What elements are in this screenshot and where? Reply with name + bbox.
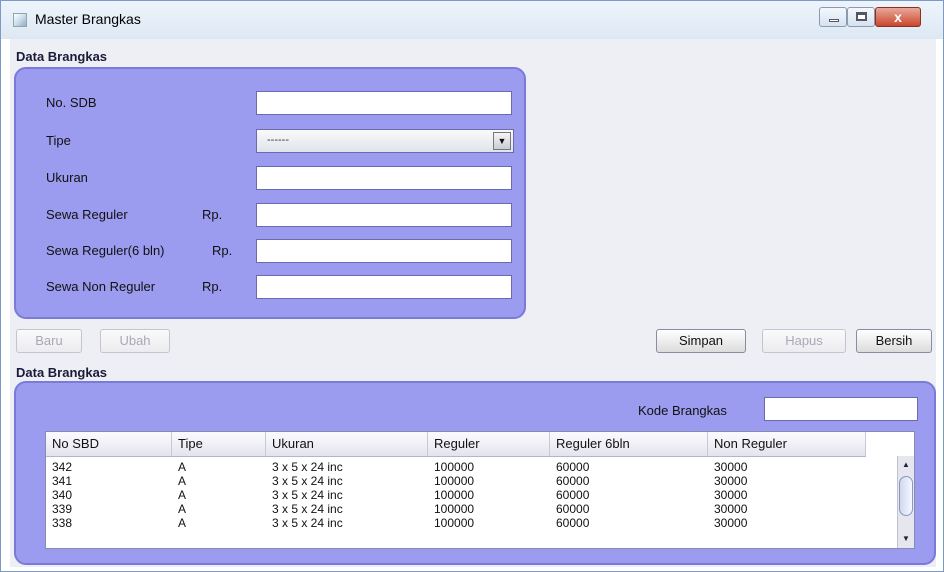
scrollbar-thumb[interactable] bbox=[899, 476, 913, 516]
form-panel: No. SDB Tipe ------ ▼ Ukuran Sewa Regule… bbox=[14, 67, 526, 319]
column-header[interactable]: Ukuran bbox=[266, 432, 428, 456]
cell-reguler-6bln: 60000 bbox=[556, 502, 590, 516]
cell-non-reguler: 30000 bbox=[714, 516, 748, 530]
minimize-button[interactable] bbox=[819, 7, 847, 27]
simpan-button[interactable]: Simpan bbox=[656, 329, 746, 353]
cell-tipe: A bbox=[178, 488, 187, 502]
cell-ukuran: 3 x 5 x 24 inc bbox=[272, 474, 343, 488]
minimize-icon bbox=[829, 19, 839, 22]
table-panel-heading: Data Brangkas bbox=[16, 365, 108, 380]
cell-tipe: A bbox=[178, 516, 187, 530]
arrow-down-icon[interactable]: ▼ bbox=[899, 532, 913, 546]
ubah-button[interactable]: Ubah bbox=[100, 329, 170, 353]
tipe-selected-value: ------ bbox=[267, 134, 289, 146]
sewa-non-reguler-label: Sewa Non Reguler bbox=[46, 279, 156, 294]
chevron-down-icon[interactable]: ▼ bbox=[493, 132, 511, 150]
cell-non-reguler: 30000 bbox=[714, 460, 748, 474]
kode-brangkas-label: Kode Brangkas bbox=[638, 403, 727, 418]
form-panel-heading: Data Brangkas bbox=[16, 49, 108, 64]
cell-tipe: A bbox=[178, 474, 187, 488]
tipe-label: Tipe bbox=[46, 133, 71, 148]
table-row[interactable]: 339 A 3 x 5 x 24 inc 100000 60000 30000 bbox=[46, 502, 866, 516]
kode-brangkas-input[interactable] bbox=[764, 397, 918, 421]
window-title: Master Brangkas bbox=[35, 11, 141, 27]
hapus-button[interactable]: Hapus bbox=[762, 329, 846, 353]
sewa-reguler-label: Sewa Reguler bbox=[46, 207, 128, 222]
table-header: No SBD Tipe Ukuran Reguler Reguler 6bln … bbox=[46, 432, 866, 457]
sewa-reguler-prefix: Rp. bbox=[202, 207, 223, 222]
close-button[interactable]: x bbox=[875, 7, 921, 27]
bersih-button[interactable]: Bersih bbox=[856, 329, 932, 353]
cell-no-sbd: 342 bbox=[52, 460, 73, 474]
arrow-up-icon[interactable]: ▲ bbox=[899, 458, 913, 472]
sewa-reguler6-label: Sewa Reguler(6 bln) bbox=[46, 243, 165, 258]
column-header[interactable]: Tipe bbox=[172, 432, 266, 456]
cell-reguler: 100000 bbox=[434, 502, 475, 516]
column-header[interactable]: No SBD bbox=[46, 432, 172, 456]
cell-ukuran: 3 x 5 x 24 inc bbox=[272, 488, 343, 502]
cell-no-sbd: 340 bbox=[52, 488, 73, 502]
tipe-select[interactable]: ------ ▼ bbox=[256, 129, 514, 153]
no-sdb-label: No. SDB bbox=[46, 95, 97, 110]
column-header[interactable]: Reguler bbox=[428, 432, 550, 456]
cell-reguler: 100000 bbox=[434, 474, 475, 488]
baru-button[interactable]: Baru bbox=[16, 329, 82, 353]
cell-reguler: 100000 bbox=[434, 516, 475, 530]
cell-no-sbd: 339 bbox=[52, 502, 73, 516]
cell-reguler-6bln: 60000 bbox=[556, 474, 590, 488]
cell-tipe: A bbox=[178, 502, 187, 516]
cell-reguler-6bln: 60000 bbox=[556, 460, 590, 474]
cell-ukuran: 3 x 5 x 24 inc bbox=[272, 516, 343, 530]
brangkas-table[interactable]: No SBD Tipe Ukuran Reguler Reguler 6bln … bbox=[45, 431, 915, 549]
no-sdb-input[interactable] bbox=[256, 91, 512, 115]
main-window: Master Brangkas x Data Brangkas No. SDB … bbox=[0, 0, 944, 572]
cell-reguler-6bln: 60000 bbox=[556, 488, 590, 502]
sewa-non-reguler-input[interactable] bbox=[256, 275, 512, 299]
ukuran-input[interactable] bbox=[256, 166, 512, 190]
table-row[interactable]: 341 A 3 x 5 x 24 inc 100000 60000 30000 bbox=[46, 474, 866, 488]
table-row[interactable]: 342 A 3 x 5 x 24 inc 100000 60000 30000 bbox=[46, 460, 866, 474]
table-row[interactable]: 338 A 3 x 5 x 24 inc 100000 60000 30000 bbox=[46, 516, 866, 530]
sewa-reguler-input[interactable] bbox=[256, 203, 512, 227]
sewa-reguler6-prefix: Rp. bbox=[212, 243, 233, 258]
cell-reguler-6bln: 60000 bbox=[556, 516, 590, 530]
maximize-button[interactable] bbox=[847, 7, 875, 27]
table-scrollbar[interactable]: ▲ ▼ bbox=[897, 456, 914, 548]
cell-reguler: 100000 bbox=[434, 460, 475, 474]
cell-non-reguler: 30000 bbox=[714, 474, 748, 488]
cell-ukuran: 3 x 5 x 24 inc bbox=[272, 460, 343, 474]
cell-non-reguler: 30000 bbox=[714, 488, 748, 502]
ukuran-label: Ukuran bbox=[46, 170, 88, 185]
cell-no-sbd: 338 bbox=[52, 516, 73, 530]
close-icon: x bbox=[894, 9, 902, 25]
sewa-reguler6-input[interactable] bbox=[256, 239, 512, 263]
column-header[interactable]: Reguler 6bln bbox=[550, 432, 708, 456]
cell-no-sbd: 341 bbox=[52, 474, 73, 488]
cell-tipe: A bbox=[178, 460, 187, 474]
sewa-non-reguler-prefix: Rp. bbox=[202, 279, 223, 294]
cell-ukuran: 3 x 5 x 24 inc bbox=[272, 502, 343, 516]
maximize-icon bbox=[856, 12, 867, 21]
app-icon bbox=[13, 13, 27, 27]
column-header[interactable]: Non Reguler bbox=[708, 432, 866, 456]
title-bar: Master Brangkas x bbox=[1, 1, 943, 39]
cell-non-reguler: 30000 bbox=[714, 502, 748, 516]
cell-reguler: 100000 bbox=[434, 488, 475, 502]
table-row[interactable]: 340 A 3 x 5 x 24 inc 100000 60000 30000 bbox=[46, 488, 866, 502]
